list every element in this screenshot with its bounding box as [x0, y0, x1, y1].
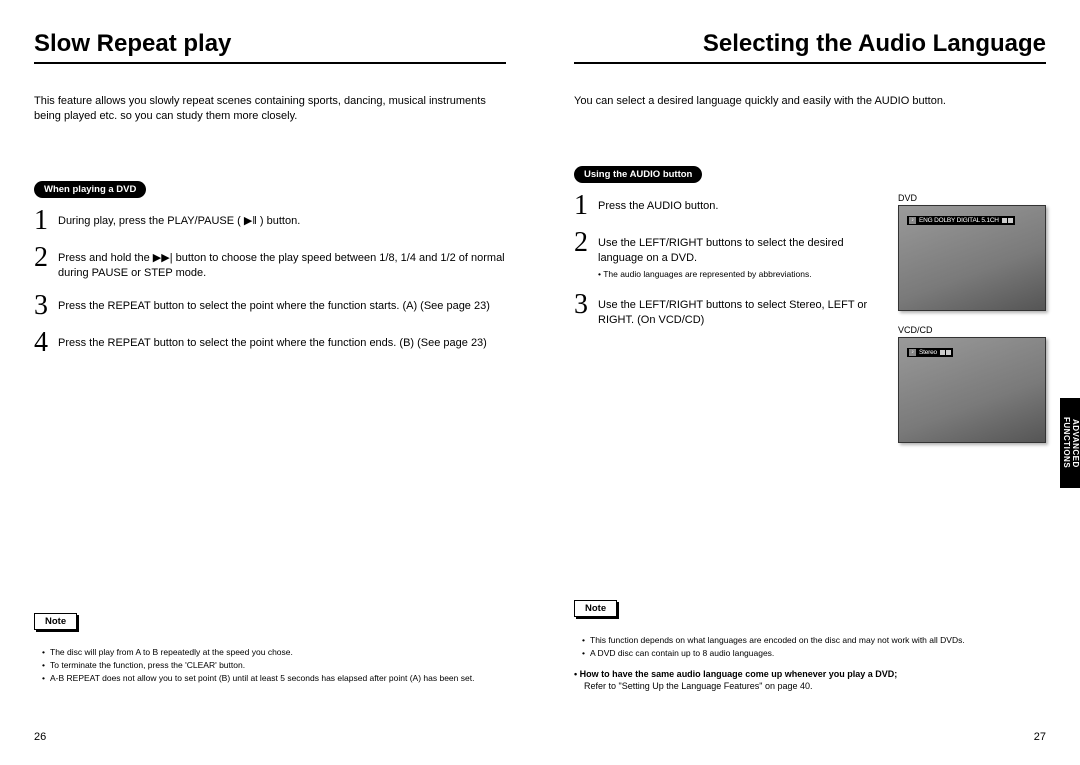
page-title: Selecting the Audio Language — [574, 30, 1046, 64]
note-list: The disc will play from A to B repeatedl… — [34, 646, 506, 684]
osd-text: ENG DOLBY DIGITAL 5.1CH — [919, 217, 999, 224]
audio-icon: ♪ — [909, 349, 916, 356]
arrow-icons — [940, 350, 951, 355]
tv-label-vcd: VCD/CD — [898, 325, 1046, 335]
tv-screenshot-vcd: ♪ Stereo — [898, 337, 1046, 443]
note-item: A-B REPEAT does not allow you to set poi… — [50, 672, 506, 685]
step-text: Use the LEFT/RIGHT buttons to select Ste… — [598, 292, 884, 328]
note-label: Note — [34, 613, 77, 630]
step-number: 3 — [574, 292, 598, 317]
section-chip: Using the AUDIO button — [574, 166, 702, 183]
arrow-icons — [1002, 218, 1013, 223]
note-item: A DVD disc can contain up to 8 audio lan… — [590, 647, 1054, 660]
howto-heading: • How to have the same audio language co… — [574, 668, 1054, 681]
step-text: Press the REPEAT button to select the po… — [58, 293, 490, 314]
step-text: Use the LEFT/RIGHT buttons to select the… — [598, 230, 884, 280]
intro-text: This feature allows you slowly repeat sc… — [34, 94, 506, 124]
step-text: Press and hold the ▶▶| button to choose … — [58, 245, 506, 281]
step-number: 2 — [574, 230, 598, 255]
steps-column: 1 Press the AUDIO button. 2 Use the LEFT… — [574, 193, 884, 457]
step-main-text: Use the LEFT/RIGHT buttons to select the… — [598, 237, 844, 264]
page-title: Slow Repeat play — [34, 30, 506, 64]
step-text: During play, press the PLAY/PAUSE ( ▶‖ )… — [58, 208, 300, 229]
step-1: 1 Press the AUDIO button. — [574, 193, 884, 218]
step-number: 3 — [34, 293, 58, 318]
tv-label-dvd: DVD — [898, 193, 1046, 203]
step-2: 2 Press and hold the ▶▶| button to choos… — [34, 245, 506, 281]
note-label: Note — [574, 600, 617, 617]
step-number: 4 — [34, 330, 58, 355]
section-chip: When playing a DVD — [34, 181, 146, 198]
step-subnote: The audio languages are represented by a… — [598, 269, 884, 280]
howto-text: How to have the same audio language come… — [580, 669, 898, 679]
notes-section: Note This function depends on what langu… — [574, 598, 1054, 693]
step-number: 2 — [34, 245, 58, 270]
osd-bar: ♪ Stereo — [907, 348, 953, 357]
page-number: 26 — [34, 731, 46, 743]
audio-icon: ♪ — [909, 217, 916, 224]
step-1: 1 During play, press the PLAY/PAUSE ( ▶‖… — [34, 208, 506, 233]
step-3: 3 Use the LEFT/RIGHT buttons to select S… — [574, 292, 884, 328]
note-item: The disc will play from A to B repeatedl… — [50, 646, 506, 659]
note-item: This function depends on what languages … — [590, 634, 1054, 647]
howto-sub: Refer to "Setting Up the Language Featur… — [584, 680, 1054, 693]
intro-text: You can select a desired language quickl… — [574, 94, 1046, 109]
tv-screenshot-dvd: ♪ ENG DOLBY DIGITAL 5.1CH — [898, 205, 1046, 311]
osd-text: Stereo — [919, 349, 937, 356]
note-item: To terminate the function, press the 'CL… — [50, 659, 506, 672]
tv-column: DVD ♪ ENG DOLBY DIGITAL 5.1CH VCD/CD ♪ S… — [898, 193, 1046, 457]
page-number: 27 — [1034, 731, 1046, 743]
notes-section: Note The disc will play from A to B repe… — [34, 611, 506, 693]
step-3: 3 Press the REPEAT button to select the … — [34, 293, 506, 318]
step-text: Press the AUDIO button. — [598, 193, 718, 214]
manual-spread: Slow Repeat play This feature allows you… — [0, 0, 1080, 765]
step-number: 1 — [34, 208, 58, 233]
step-text: Press the REPEAT button to select the po… — [58, 330, 487, 351]
section-tab: ADVANCED FUNCTIONS — [1060, 398, 1080, 488]
step-4: 4 Press the REPEAT button to select the … — [34, 330, 506, 355]
page-right: Selecting the Audio Language You can sel… — [540, 0, 1080, 765]
osd-bar: ♪ ENG DOLBY DIGITAL 5.1CH — [907, 216, 1015, 225]
step-number: 1 — [574, 193, 598, 218]
right-columns: 1 Press the AUDIO button. 2 Use the LEFT… — [574, 193, 1046, 457]
page-left: Slow Repeat play This feature allows you… — [0, 0, 540, 765]
note-list: This function depends on what languages … — [574, 634, 1054, 660]
step-2: 2 Use the LEFT/RIGHT buttons to select t… — [574, 230, 884, 280]
